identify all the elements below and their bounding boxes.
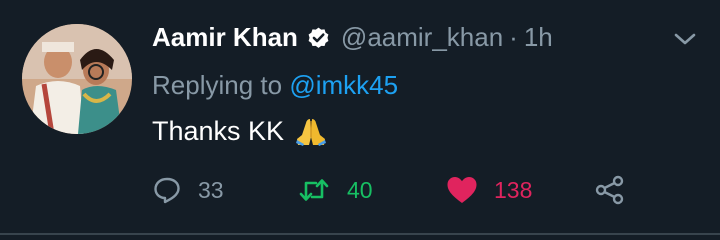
tweet-card[interactable]: Aamir Khan @aamir_khan · 1h Replying to … bbox=[0, 0, 720, 240]
tweet-header: Aamir Khan @aamir_khan · 1h bbox=[152, 22, 553, 53]
verified-badge-icon bbox=[306, 25, 331, 50]
like-button[interactable]: 138 bbox=[446, 172, 532, 208]
author-handle[interactable]: @aamir_khan bbox=[341, 22, 503, 53]
share-button[interactable] bbox=[594, 172, 626, 208]
author-name[interactable]: Aamir Khan bbox=[152, 22, 298, 53]
reply-bubble-icon[interactable] bbox=[152, 175, 182, 205]
replying-mention-link[interactable]: @imkk45 bbox=[289, 70, 398, 100]
tweet-actions: 33 40 138 bbox=[152, 172, 672, 208]
reply-button[interactable]: 33 bbox=[152, 172, 224, 208]
separator-dot: · bbox=[509, 22, 518, 52]
retweet-icon[interactable] bbox=[297, 175, 331, 205]
retweet-count: 40 bbox=[347, 176, 373, 203]
divider bbox=[0, 233, 720, 235]
tweet-text: Thanks KK bbox=[152, 115, 328, 147]
tweet-text-content: Thanks KK bbox=[152, 115, 285, 146]
timestamp[interactable]: 1h bbox=[524, 22, 553, 53]
like-count: 138 bbox=[494, 176, 533, 203]
folded-hands-icon bbox=[294, 115, 328, 147]
avatar[interactable] bbox=[22, 24, 132, 134]
reply-count: 33 bbox=[198, 176, 224, 203]
retweet-button[interactable]: 40 bbox=[297, 172, 373, 208]
replying-prefix: Replying to bbox=[152, 70, 283, 100]
chevron-down-icon[interactable] bbox=[672, 30, 698, 48]
share-icon[interactable] bbox=[594, 174, 626, 206]
replying-to: Replying to @imkk45 bbox=[152, 70, 398, 101]
heart-icon[interactable] bbox=[446, 175, 478, 205]
